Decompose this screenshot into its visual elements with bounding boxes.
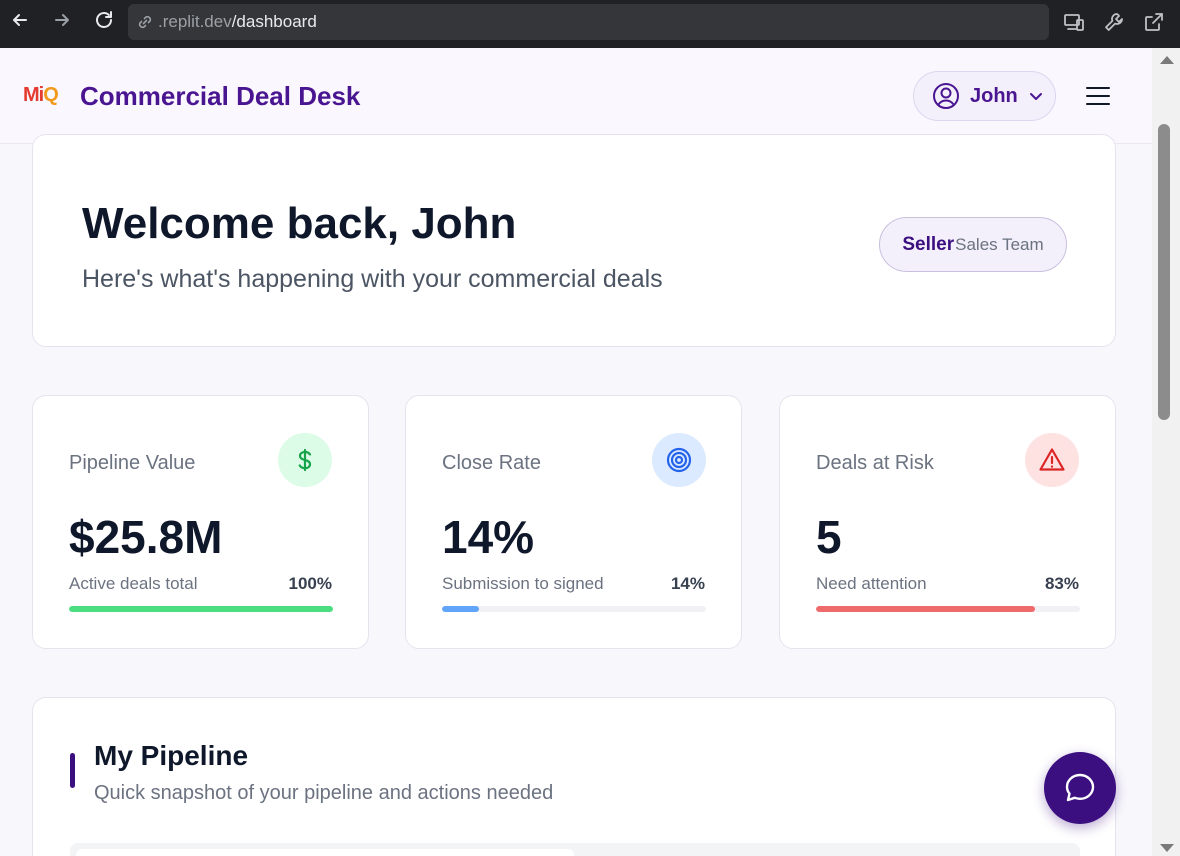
stat-sub: Need attention bbox=[816, 574, 927, 593]
chevron-down-icon bbox=[1029, 93, 1042, 100]
pipeline-subtitle: Quick snapshot of your pipeline and acti… bbox=[94, 782, 554, 804]
stat-label: Close Rate bbox=[442, 452, 541, 474]
stat-card-close-rate: Close Rate 14% Submission to signed 14% bbox=[405, 395, 742, 649]
progress-fill bbox=[69, 606, 333, 612]
toolbar-right-icons bbox=[1060, 8, 1168, 36]
progress-fill bbox=[442, 606, 479, 612]
welcome-card: Welcome back, John Here's what's happeni… bbox=[32, 134, 1116, 347]
stat-label: Deals at Risk bbox=[816, 452, 934, 474]
page-scrollbar[interactable] bbox=[1152, 48, 1180, 856]
url-text: .replit.dev/dashboard bbox=[158, 12, 317, 32]
warning-icon bbox=[1025, 433, 1079, 487]
scrollbar-thumb[interactable] bbox=[1158, 124, 1170, 420]
dollar-icon bbox=[278, 433, 332, 487]
section-accent-bar bbox=[70, 753, 75, 788]
url-path: /dashboard bbox=[231, 12, 317, 31]
reload-icon[interactable] bbox=[84, 0, 124, 40]
forward-arrow-icon[interactable] bbox=[42, 0, 82, 40]
scroll-down-arrow-icon[interactable] bbox=[1160, 844, 1174, 852]
logo-part-mi: Mi bbox=[23, 84, 44, 106]
progress-track bbox=[69, 606, 333, 612]
back-arrow-icon[interactable] bbox=[0, 0, 40, 40]
logo-part-q: Q bbox=[43, 84, 59, 106]
progress-track bbox=[816, 606, 1080, 612]
chat-bubble-icon bbox=[1065, 773, 1095, 802]
user-menu-button[interactable]: John bbox=[913, 71, 1056, 121]
progress-fill bbox=[816, 606, 1036, 612]
pipeline-card: My Pipeline Quick snapshot of your pipel… bbox=[32, 697, 1116, 856]
stat-label: Pipeline Value bbox=[69, 452, 196, 474]
stat-card-deals-at-risk: Deals at Risk 5 Need attention 83% bbox=[779, 395, 1116, 649]
address-bar[interactable]: .replit.dev/dashboard bbox=[128, 4, 1049, 40]
stat-percent: 14% bbox=[670, 574, 705, 593]
stat-card-pipeline-value: Pipeline Value $25.8M Active deals total… bbox=[32, 395, 369, 649]
welcome-subheading: Here's what's happening with your commer… bbox=[82, 265, 663, 293]
url-domain: .replit.dev bbox=[158, 12, 232, 31]
wrench-icon[interactable] bbox=[1100, 8, 1128, 36]
pipeline-tab-active[interactable] bbox=[76, 849, 574, 856]
app-header: MiQ Commercial Deal Desk John bbox=[0, 48, 1152, 144]
role-label: Seller bbox=[902, 233, 955, 255]
chat-button[interactable] bbox=[1044, 752, 1116, 824]
scroll-up-arrow-icon[interactable] bbox=[1160, 56, 1174, 64]
role-badge: Seller Sales Team bbox=[879, 217, 1067, 272]
pipeline-title: My Pipeline bbox=[94, 740, 249, 771]
user-name: John bbox=[970, 84, 1018, 107]
devices-icon[interactable] bbox=[1060, 8, 1088, 36]
progress-track bbox=[442, 606, 706, 612]
link-icon bbox=[138, 15, 152, 29]
stat-percent: 100% bbox=[288, 574, 332, 593]
browser-toolbar: .replit.dev/dashboard bbox=[0, 0, 1180, 48]
pipeline-tabs bbox=[70, 843, 1080, 856]
team-label: Sales Team bbox=[955, 234, 1044, 254]
target-icon bbox=[652, 433, 706, 487]
stat-sub: Active deals total bbox=[69, 574, 198, 593]
welcome-heading: Welcome back, John bbox=[82, 199, 517, 248]
stat-value: $25.8M bbox=[69, 511, 223, 563]
stat-percent: 83% bbox=[1044, 574, 1079, 593]
app-title: Commercial Deal Desk bbox=[80, 81, 361, 111]
stat-value: 5 bbox=[816, 511, 842, 563]
user-circle-icon bbox=[933, 83, 959, 109]
miq-logo[interactable]: MiQ bbox=[23, 84, 59, 107]
stat-value: 14% bbox=[442, 511, 535, 563]
stat-sub: Submission to signed bbox=[442, 574, 604, 593]
open-external-icon[interactable] bbox=[1140, 8, 1168, 36]
hamburger-menu-icon[interactable] bbox=[1084, 84, 1112, 108]
